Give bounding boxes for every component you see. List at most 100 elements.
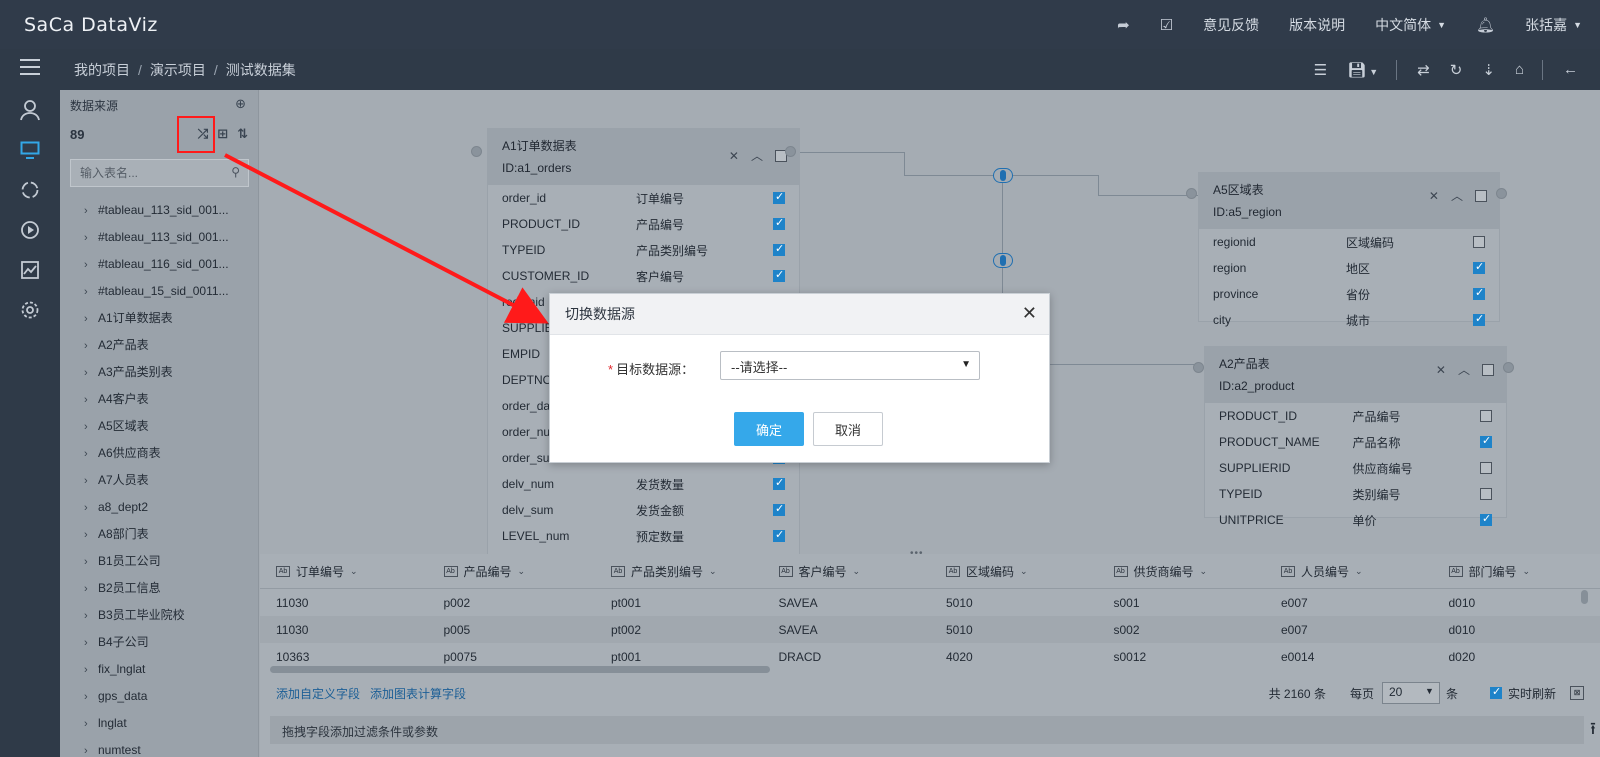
export-excel-icon[interactable]: ⊠	[1570, 686, 1584, 700]
grid-column-header[interactable]: Ab 订单编号 ⌄	[260, 563, 428, 580]
table-list-item[interactable]: › A2产品表	[60, 332, 258, 359]
grid-column-header[interactable]: Ab 客户编号 ⌄	[763, 563, 931, 580]
field-row[interactable]: PRODUCT_NAME 产品名称	[1205, 429, 1506, 455]
field-row[interactable]: region 地区	[1199, 255, 1499, 281]
chevron-down-icon[interactable]: ⌄	[518, 566, 526, 577]
field-checkbox[interactable]	[1480, 410, 1492, 422]
breadcrumb-item-projects[interactable]: 我的项目	[74, 62, 130, 78]
field-row[interactable]: order_id 订单编号	[488, 185, 799, 211]
grid-column-header[interactable]: Ab 供货商编号 ⌄	[1098, 563, 1266, 580]
connector-dot[interactable]	[471, 146, 482, 157]
table-list-item[interactable]: › A3产品类别表	[60, 359, 258, 386]
field-checkbox[interactable]	[773, 268, 785, 282]
ok-button[interactable]: 确定	[734, 412, 804, 446]
close-icon[interactable]: ✕	[1429, 189, 1439, 203]
user-menu[interactable]: 张括嘉 ▼	[1525, 15, 1582, 35]
field-row[interactable]: province 省份	[1199, 281, 1499, 307]
close-icon[interactable]: ✕	[1436, 363, 1446, 377]
select-all-checkbox[interactable]	[1482, 363, 1494, 376]
table-list-item[interactable]: › fix_lnglat	[60, 656, 258, 683]
field-checkbox[interactable]	[773, 476, 785, 490]
field-checkbox[interactable]	[1473, 286, 1485, 300]
grid-column-header[interactable]: Ab 部门编号 ⌄	[1433, 563, 1600, 580]
sort-az-icon[interactable]: ⇅	[237, 126, 248, 142]
select-all-checkbox[interactable]	[1475, 189, 1487, 202]
field-row[interactable]: SUPPLIERID 供应商编号	[1205, 455, 1506, 481]
table-list-item[interactable]: › A4客户表	[60, 386, 258, 413]
realtime-refresh-checkbox[interactable]	[1489, 685, 1502, 699]
table-search-input[interactable]	[71, 160, 248, 186]
table-list-item[interactable]: › #tableau_113_sid_001...	[60, 197, 258, 224]
tag-icon[interactable]: ⌂	[1515, 61, 1524, 78]
add-calc-field-link[interactable]: 添加图表计算字段	[370, 685, 466, 702]
vertical-scrollbar[interactable]	[1581, 590, 1588, 604]
sort-icon[interactable]: ⇣	[1482, 61, 1495, 79]
grid-column-header[interactable]: Ab 人员编号 ⌄	[1265, 563, 1433, 580]
resize-handle-icon[interactable]: •••	[910, 548, 924, 559]
menu-icon[interactable]	[20, 59, 40, 77]
settings-icon[interactable]	[0, 290, 60, 330]
table-list-item[interactable]: › #tableau_113_sid_001...	[60, 224, 258, 251]
chevron-up-icon[interactable]: ︿	[1458, 361, 1470, 378]
table-card-a5[interactable]: A5区域表 ID:a5_region ✕ ︿ regionid 区域编码 regio…	[1198, 172, 1500, 328]
field-checkbox[interactable]	[1473, 236, 1485, 248]
table-list-item[interactable]: › #tableau_116_sid_001...	[60, 251, 258, 278]
table-list-item[interactable]: › a8_dept2	[60, 494, 258, 521]
field-checkbox[interactable]	[1480, 462, 1492, 474]
connector-dot[interactable]	[1193, 362, 1204, 373]
connector-dot[interactable]	[785, 146, 796, 157]
field-row[interactable]: UNITPRICE 单价	[1205, 507, 1506, 533]
table-list-item[interactable]: › numtest	[60, 737, 258, 757]
field-row[interactable]: PRODUCT_ID 产品编号	[1205, 403, 1506, 429]
cancel-button[interactable]: 取消	[813, 412, 883, 446]
field-checkbox[interactable]	[1480, 434, 1492, 448]
table-list-item[interactable]: › #tableau_15_sid_0011...	[60, 278, 258, 305]
field-checkbox[interactable]	[773, 216, 785, 230]
field-checkbox[interactable]	[773, 528, 785, 542]
field-row[interactable]: CUSTOMER_ID 客户编号	[488, 263, 799, 289]
chevron-up-icon[interactable]: ︿	[751, 147, 763, 164]
target-datasource-select[interactable]: --请选择-- ▼	[720, 351, 980, 380]
field-row[interactable]: delv_sum 发货金额	[488, 497, 799, 523]
chevron-down-icon[interactable]: ⌄	[1020, 566, 1028, 577]
horizontal-scrollbar[interactable]	[270, 666, 770, 673]
close-icon[interactable]: ✕	[1022, 303, 1037, 324]
grid-column-header[interactable]: Ab 产品编号 ⌄	[428, 563, 596, 580]
checkbox-icon[interactable]: ☑	[1160, 16, 1173, 34]
table-list-item[interactable]: › B2员工信息	[60, 575, 258, 602]
filter-drop-zone[interactable]: 拖拽字段添加过滤条件或参数	[270, 716, 1584, 744]
monitor-icon[interactable]	[0, 130, 60, 170]
add-circle-icon[interactable]: ⊕	[235, 96, 246, 112]
field-checkbox[interactable]	[1480, 512, 1492, 526]
field-checkbox[interactable]	[773, 502, 785, 516]
chevron-down-icon[interactable]: ⌄	[1523, 566, 1531, 577]
release-notes-link[interactable]: 版本说明	[1289, 15, 1345, 35]
field-row[interactable]: TYPEID 类别编号	[1205, 481, 1506, 507]
field-row[interactable]: TYPEID 产品类别编号	[488, 237, 799, 263]
table-list-item[interactable]: › A7人员表	[60, 467, 258, 494]
play-icon[interactable]	[0, 210, 60, 250]
cycle-icon[interactable]	[0, 170, 60, 210]
table-list-item[interactable]: › B4子公司	[60, 629, 258, 656]
chevron-down-icon[interactable]: ⌄	[1355, 566, 1363, 577]
connector-dot[interactable]	[1503, 362, 1514, 373]
field-row[interactable]: city 城市	[1199, 307, 1499, 333]
back-arrow-icon[interactable]: ←	[1563, 61, 1578, 78]
grid-column-header[interactable]: Ab 区域编码 ⌄	[930, 563, 1098, 580]
save-icon[interactable]: 💾︎ ▼	[1347, 61, 1378, 79]
field-checkbox[interactable]	[1480, 488, 1492, 500]
table-list-item[interactable]: › gps_data	[60, 683, 258, 710]
swap-icon[interactable]: ⇄	[1417, 61, 1430, 79]
field-checkbox[interactable]	[773, 190, 785, 204]
add-custom-field-link[interactable]: 添加自定义字段	[276, 685, 360, 702]
join-type-icon[interactable]	[993, 168, 1013, 183]
chevron-down-icon[interactable]: ⌄	[1200, 566, 1208, 577]
field-checkbox[interactable]	[1473, 260, 1485, 274]
chevron-down-icon[interactable]: ⌄	[853, 566, 861, 577]
language-dropdown[interactable]: 中文简体 ▼	[1375, 15, 1446, 35]
bell-icon[interactable]: 🔔︎	[1476, 16, 1495, 34]
user-icon[interactable]	[0, 90, 60, 130]
grid-column-header[interactable]: Ab 产品类别编号 ⌄	[595, 563, 763, 580]
table-list-item[interactable]: › lnglat	[60, 710, 258, 737]
list-icon[interactable]: ☰	[1314, 61, 1327, 79]
